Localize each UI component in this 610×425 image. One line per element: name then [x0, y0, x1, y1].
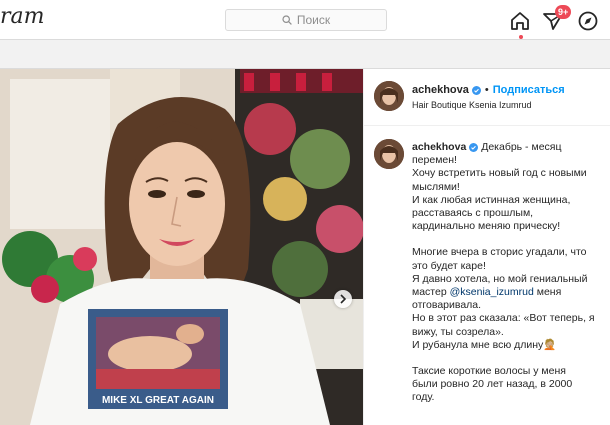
- caption-line: расставаясь с прошлым,: [412, 207, 534, 220]
- search-box[interactable]: Поиск: [225, 9, 387, 31]
- separator-dot: •: [484, 84, 489, 96]
- caption-line: это будет каре!: [412, 259, 486, 272]
- next-photo-button[interactable]: [334, 290, 352, 308]
- post-caption: achekhova Декабрь - месяц перемен! Хочу …: [412, 141, 602, 405]
- caption-line: Но в этот раз сказала: «Вот теперь, я: [412, 312, 595, 325]
- caption-line: были ровно 20 лет назад, в 2000: [412, 378, 573, 391]
- post-container: MIKE XL GREAT AGAIN achekhova • Подписат…: [0, 68, 610, 425]
- post-location[interactable]: Hair Boutique Ksenia Izumrud: [412, 100, 532, 110]
- chevron-right-icon: [340, 294, 347, 304]
- search-icon: [282, 15, 292, 25]
- shirt-print-text: MIKE XL GREAT AGAIN: [102, 395, 214, 406]
- follow-button[interactable]: Подписаться: [493, 84, 565, 96]
- author-avatar[interactable]: [374, 81, 404, 111]
- avatar-image: [374, 81, 404, 111]
- verified-badge-icon: [469, 142, 479, 152]
- notifications-badge: 9+: [555, 5, 572, 19]
- post-photo[interactable]: MIKE XL GREAT AGAIN: [0, 69, 363, 425]
- top-navigation-bar: ram Поиск 9+: [0, 0, 610, 40]
- post-sidebar: achekhova • Подписаться Hair Boutique Ks…: [363, 69, 610, 425]
- caption-line: кардинально меняю прическу!: [412, 220, 561, 233]
- header-user-line: achekhova • Подписаться: [412, 84, 565, 96]
- home-active-dot: [519, 35, 523, 39]
- explore-compass-icon[interactable]: [577, 10, 599, 32]
- caption-line: перемен!: [412, 154, 457, 167]
- caption-username[interactable]: achekhova: [412, 141, 466, 153]
- caption-line: Многие вчера в сторис угадали, что: [412, 246, 587, 259]
- mention-link[interactable]: @ksenia_izumrud: [450, 286, 534, 298]
- caption-text: меня: [533, 286, 562, 299]
- caption-line: Хочу встретить новый год с новыми: [412, 167, 587, 180]
- caption-text: мастер: [412, 286, 450, 299]
- search-placeholder: Поиск: [296, 13, 331, 27]
- post-header: achekhova • Подписаться Hair Boutique Ks…: [364, 69, 610, 126]
- home-icon[interactable]: [509, 10, 531, 32]
- caption-line: году.: [412, 391, 435, 404]
- caption-author-avatar[interactable]: [374, 139, 404, 169]
- caption-line: вижу, ты созрела».: [412, 325, 504, 338]
- photo-illustration: MIKE XL GREAT AGAIN: [0, 69, 363, 425]
- caption-line: И как любая истинная женщина,: [412, 193, 571, 206]
- caption-line: Таксие короткие волосы у меня: [412, 365, 566, 378]
- avatar-image: [374, 139, 404, 169]
- author-username[interactable]: achekhova: [412, 84, 469, 96]
- caption-line: отговаривала.: [412, 299, 482, 312]
- caption-line: И рубанула мне всю длину🤦🏼: [412, 338, 557, 351]
- caption-line: Я давно хотела, но мой гениальный: [412, 272, 588, 285]
- caption-line: Декабрь - месяц: [481, 141, 562, 153]
- caption-line: мыслями!: [412, 180, 460, 193]
- verified-badge-icon: [471, 85, 481, 95]
- instagram-logo[interactable]: ram: [0, 4, 45, 29]
